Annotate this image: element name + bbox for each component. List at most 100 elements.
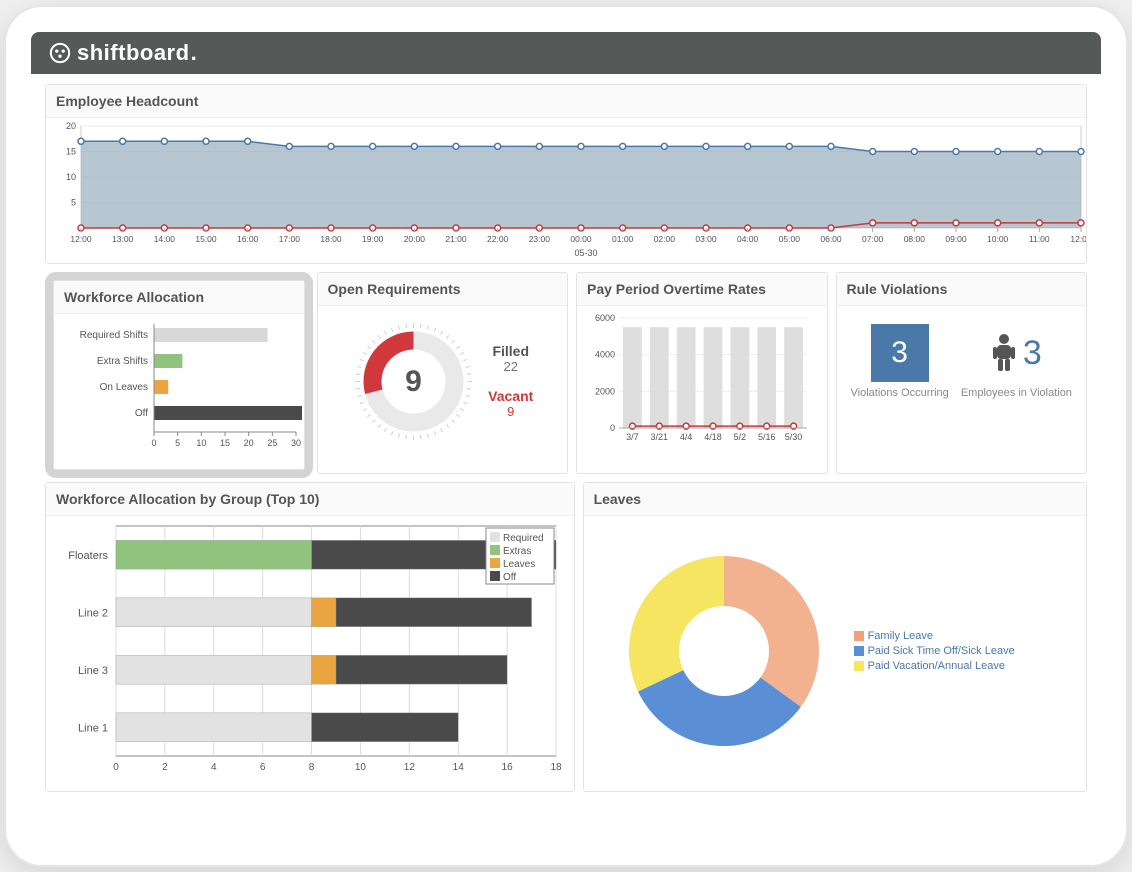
svg-text:01:00: 01:00 bbox=[612, 234, 634, 244]
svg-text:07:00: 07:00 bbox=[862, 234, 884, 244]
svg-text:15: 15 bbox=[66, 147, 76, 157]
svg-text:Floaters: Floaters bbox=[68, 550, 108, 562]
svg-text:18: 18 bbox=[550, 762, 562, 773]
leaves-title: Leaves bbox=[584, 483, 1086, 516]
svg-text:Required Shifts: Required Shifts bbox=[80, 330, 148, 341]
svg-text:5: 5 bbox=[175, 438, 180, 448]
svg-text:18:00: 18:00 bbox=[320, 234, 342, 244]
svg-text:20:00: 20:00 bbox=[404, 234, 426, 244]
svg-text:15:00: 15:00 bbox=[195, 234, 217, 244]
svg-text:Required: Required bbox=[503, 533, 544, 544]
brand-dot: . bbox=[191, 40, 198, 66]
legend-sick: Paid Sick Time Off/Sick Leave bbox=[854, 645, 1086, 657]
svg-text:12:00: 12:00 bbox=[70, 234, 92, 244]
svg-text:5/2: 5/2 bbox=[734, 432, 747, 442]
svg-text:19:00: 19:00 bbox=[362, 234, 384, 244]
svg-text:4/4: 4/4 bbox=[680, 432, 693, 442]
svg-text:5/16: 5/16 bbox=[758, 432, 776, 442]
leaves-card[interactable]: Leaves Family Leave Paid Sick Time Off/S… bbox=[583, 482, 1087, 792]
rule-violations-title: Rule Violations bbox=[837, 273, 1087, 306]
svg-text:00:00: 00:00 bbox=[570, 234, 592, 244]
allocation-by-group-card[interactable]: Workforce Allocation by Group (Top 10) 0… bbox=[45, 482, 575, 792]
svg-text:14: 14 bbox=[453, 762, 465, 773]
svg-text:Leaves: Leaves bbox=[503, 559, 535, 570]
overtime-chart: 0200040006000 3/73/214/44/185/25/165/30 bbox=[577, 306, 815, 456]
filled-value: 22 bbox=[488, 359, 533, 374]
svg-text:14:00: 14:00 bbox=[154, 234, 176, 244]
svg-text:22:00: 22:00 bbox=[487, 234, 509, 244]
headcount-chart: 5101520 12:0013:0014:0015:0016:0017:0018… bbox=[46, 118, 1086, 258]
svg-text:5/30: 5/30 bbox=[785, 432, 803, 442]
violations-count-box: 3 bbox=[871, 324, 929, 382]
metrics-row: Workforce Allocation Required Shifts Extr… bbox=[41, 268, 1091, 478]
svg-text:Line 1: Line 1 bbox=[78, 722, 108, 734]
overtime-card[interactable]: Pay Period Overtime Rates 0200040006000 … bbox=[576, 272, 828, 474]
svg-text:8: 8 bbox=[309, 762, 315, 773]
svg-text:10: 10 bbox=[355, 762, 367, 773]
headcount-card[interactable]: Employee Headcount 5101520 12:0013:0014:… bbox=[45, 84, 1087, 264]
headcount-sublabel: 05-30 bbox=[574, 248, 597, 258]
employees-in-violation-label: Employees in Violation bbox=[961, 386, 1072, 400]
allocation-by-group-title: Workforce Allocation by Group (Top 10) bbox=[46, 483, 574, 516]
svg-text:Off: Off bbox=[135, 408, 148, 419]
svg-text:0: 0 bbox=[610, 423, 615, 433]
svg-text:05:00: 05:00 bbox=[779, 234, 801, 244]
svg-text:5: 5 bbox=[71, 198, 76, 208]
open-requirements-title: Open Requirements bbox=[318, 273, 568, 306]
svg-text:08:00: 08:00 bbox=[904, 234, 926, 244]
svg-text:Off: Off bbox=[503, 572, 516, 583]
svg-text:16:00: 16:00 bbox=[237, 234, 259, 244]
svg-text:16: 16 bbox=[502, 762, 514, 773]
svg-text:4000: 4000 bbox=[595, 350, 615, 360]
dashboard-content: Employee Headcount 5101520 12:0013:0014:… bbox=[31, 74, 1101, 806]
svg-text:21:00: 21:00 bbox=[445, 234, 467, 244]
svg-text:10:00: 10:00 bbox=[987, 234, 1009, 244]
svg-text:25: 25 bbox=[267, 438, 277, 448]
open-requirements-card[interactable]: Open Requirements 9 Filled 22 Vacant 9 bbox=[317, 272, 569, 474]
vacant-value: 9 bbox=[488, 404, 533, 419]
svg-text:03:00: 03:00 bbox=[695, 234, 717, 244]
overtime-title: Pay Period Overtime Rates bbox=[577, 273, 827, 306]
svg-text:0: 0 bbox=[113, 762, 119, 773]
leaves-legend: Family Leave Paid Sick Time Off/Sick Lea… bbox=[854, 627, 1086, 675]
svg-text:13:00: 13:00 bbox=[112, 234, 134, 244]
legend-family: Family Leave bbox=[854, 630, 1086, 642]
violations-count-label: Violations Occurring bbox=[851, 386, 949, 400]
svg-text:Line 2: Line 2 bbox=[78, 607, 108, 619]
rule-violations-card[interactable]: Rule Violations 3 Violations Occurring bbox=[836, 272, 1088, 474]
svg-text:3/21: 3/21 bbox=[651, 432, 669, 442]
filled-label: Filled bbox=[488, 343, 533, 359]
svg-text:6000: 6000 bbox=[595, 313, 615, 323]
svg-text:Extra Shifts: Extra Shifts bbox=[97, 356, 148, 367]
svg-text:2: 2 bbox=[162, 762, 168, 773]
allocation-by-group-chart: 024681012141618 FloatersLine 2Line 3Line… bbox=[46, 516, 566, 786]
legend-vacation: Paid Vacation/Annual Leave bbox=[854, 660, 1086, 672]
svg-text:20: 20 bbox=[244, 438, 254, 448]
workforce-allocation-chart: Required ShiftsExtra ShiftsOn LeavesOff … bbox=[54, 314, 302, 464]
workforce-allocation-card[interactable]: Workforce Allocation Required Shifts Extr… bbox=[53, 280, 305, 470]
open-requirements-center: 9 bbox=[405, 365, 422, 398]
svg-text:Line 3: Line 3 bbox=[78, 665, 108, 677]
svg-text:On Leaves: On Leaves bbox=[100, 382, 148, 393]
brand-logo[interactable]: shiftboard . bbox=[49, 40, 197, 66]
svg-text:10: 10 bbox=[196, 438, 206, 448]
vacant-label: Vacant bbox=[488, 388, 533, 404]
tablet-frame: shiftboard . Employee Headcount 5101520 … bbox=[4, 5, 1128, 867]
brand-icon bbox=[49, 42, 71, 64]
svg-text:10: 10 bbox=[66, 172, 76, 182]
bottom-row: Workforce Allocation by Group (Top 10) 0… bbox=[41, 478, 1091, 796]
person-icon bbox=[991, 333, 1017, 373]
svg-text:15: 15 bbox=[220, 438, 230, 448]
svg-text:4: 4 bbox=[211, 762, 217, 773]
svg-text:0: 0 bbox=[151, 438, 156, 448]
svg-text:30: 30 bbox=[291, 438, 301, 448]
svg-text:17:00: 17:00 bbox=[279, 234, 301, 244]
svg-text:23:00: 23:00 bbox=[529, 234, 551, 244]
svg-text:12:00: 12:00 bbox=[1070, 234, 1086, 244]
leaves-donut bbox=[584, 526, 854, 776]
employees-in-violation-count: 3 bbox=[1023, 334, 1042, 373]
svg-text:02:00: 02:00 bbox=[654, 234, 676, 244]
workforce-allocation-title: Workforce Allocation bbox=[54, 281, 304, 314]
brand-name: shiftboard bbox=[77, 40, 190, 66]
app-header: shiftboard . bbox=[31, 32, 1101, 74]
